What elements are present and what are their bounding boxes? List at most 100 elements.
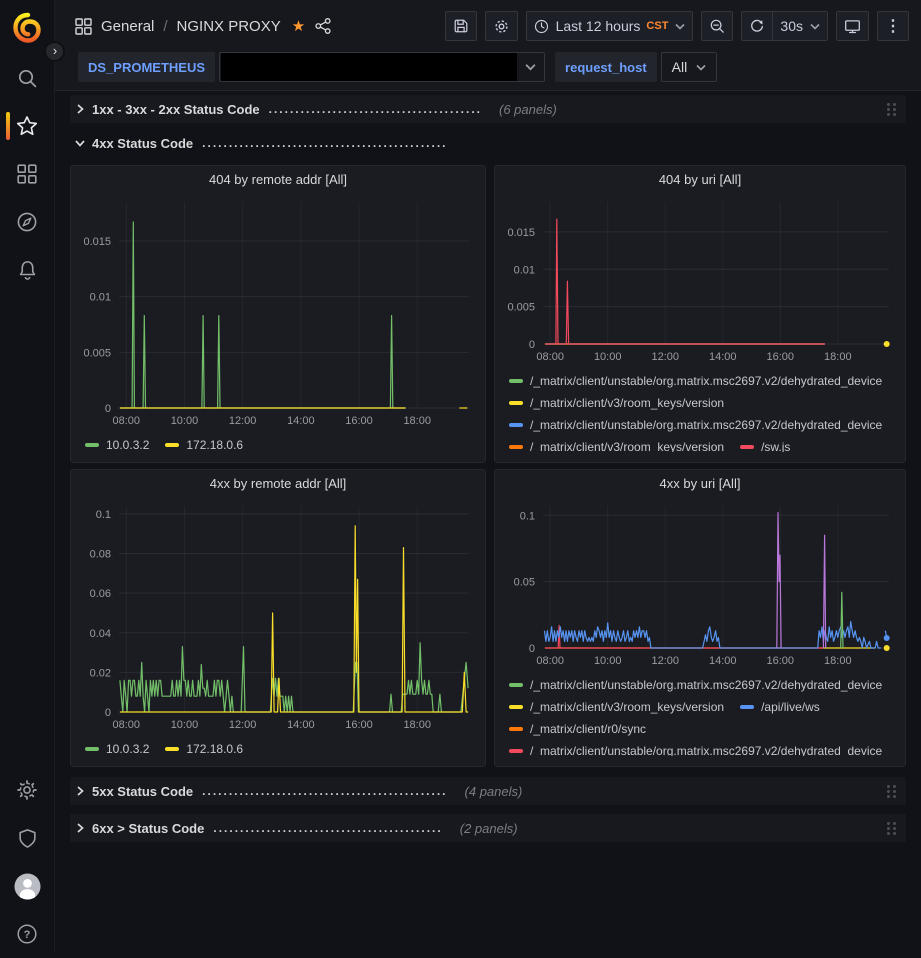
timeseries-chart[interactable]: 08:0010:0012:0014:0016:0018:0000.020.040… bbox=[75, 496, 481, 736]
svg-text:18:00: 18:00 bbox=[824, 351, 852, 363]
legend-swatch-icon bbox=[509, 683, 523, 687]
legend-item[interactable]: /_matrix/client/r0/sync bbox=[509, 718, 646, 739]
sidebar-item-server-admin[interactable] bbox=[0, 814, 54, 862]
legend-label: /_matrix/client/v3/room_keys/version bbox=[530, 440, 724, 453]
row-drag-handle[interactable] bbox=[887, 821, 898, 836]
save-icon bbox=[453, 18, 469, 34]
row-header-4xx[interactable]: 4xx Status Code ........................… bbox=[70, 129, 906, 157]
legend-item[interactable]: /_matrix/client/v3/room_keys/version bbox=[509, 696, 724, 717]
compass-icon bbox=[16, 211, 38, 233]
panel-title[interactable]: 404 by remote addr [All] bbox=[75, 166, 481, 192]
time-range-label: Last 12 hours bbox=[556, 18, 641, 34]
dashboard-settings-button[interactable] bbox=[485, 11, 518, 41]
row-header-6xx[interactable]: 6xx > Status Code ......................… bbox=[70, 814, 906, 842]
svg-text:0.005: 0.005 bbox=[83, 347, 111, 359]
grafana-app: › bbox=[0, 0, 921, 953]
refresh-interval-picker[interactable]: 30s bbox=[773, 11, 828, 41]
refresh-icon bbox=[749, 18, 765, 34]
legend-label: /_matrix/client/unstable/org.matrix.msc2… bbox=[530, 744, 882, 757]
grafana-logo[interactable] bbox=[12, 11, 42, 45]
save-dashboard-button[interactable] bbox=[445, 11, 477, 41]
svg-text:16:00: 16:00 bbox=[767, 655, 795, 667]
timeseries-chart[interactable]: 08:0010:0012:0014:0016:0018:0000.0050.01… bbox=[75, 192, 481, 432]
svg-text:10:00: 10:00 bbox=[594, 655, 622, 667]
row-title: 1xx - 3xx - 2xx Status Code bbox=[92, 102, 260, 117]
sidebar-item-starred[interactable] bbox=[0, 102, 54, 150]
legend-item[interactable]: /_matrix/client/unstable/org.matrix.msc2… bbox=[509, 414, 882, 435]
sidebar-item-configuration[interactable] bbox=[0, 766, 54, 814]
main-area: General / NGINX PROXY ★ bbox=[55, 0, 921, 953]
legend-swatch-icon bbox=[85, 443, 99, 447]
sidebar-expand-button[interactable]: › bbox=[44, 41, 65, 62]
breadcrumb-separator: / bbox=[163, 18, 167, 35]
more-options-button[interactable]: ⋮ bbox=[877, 11, 909, 41]
sidebar-item-help[interactable]: ? bbox=[0, 910, 54, 958]
dashboard-content: 1xx - 3xx - 2xx Status Code ............… bbox=[55, 91, 921, 953]
chevron-right-icon bbox=[75, 104, 85, 114]
row-drag-handle[interactable] bbox=[887, 784, 898, 799]
datasource-label: DS_PROMETHEUS bbox=[78, 52, 215, 82]
favorite-star-icon[interactable]: ★ bbox=[292, 17, 305, 35]
sidebar-nav-top bbox=[0, 54, 54, 294]
row-panel-count: (6 panels) bbox=[499, 102, 557, 117]
legend-item[interactable]: /_matrix/client/v3/room_keys/version bbox=[509, 392, 724, 413]
timeseries-chart[interactable]: 08:0010:0012:0014:0016:0018:0000.0050.01… bbox=[499, 192, 901, 368]
svg-text:12:00: 12:00 bbox=[651, 351, 679, 363]
row-header-1xx-3xx-2xx[interactable]: 1xx - 3xx - 2xx Status Code ............… bbox=[70, 95, 906, 123]
legend-label: /_matrix/client/v3/room_keys/version bbox=[530, 700, 724, 714]
legend-item[interactable]: /_matrix/client/v3/room_keys/version bbox=[509, 436, 724, 452]
chevron-down-icon bbox=[75, 138, 85, 148]
legend-swatch-icon bbox=[165, 747, 179, 751]
legend-item[interactable]: 10.0.3.2 bbox=[85, 738, 149, 759]
sidebar-item-profile[interactable] bbox=[0, 862, 54, 910]
zoom-out-button[interactable] bbox=[701, 11, 733, 41]
apps-icon[interactable] bbox=[75, 18, 92, 35]
svg-text:10:00: 10:00 bbox=[171, 719, 199, 731]
tv-mode-button[interactable] bbox=[836, 11, 869, 41]
refresh-interval-label: 30s bbox=[780, 18, 803, 34]
legend-item[interactable]: 172.18.0.6 bbox=[165, 434, 243, 455]
sidebar-item-dashboards[interactable] bbox=[0, 150, 54, 198]
svg-text:0.05: 0.05 bbox=[514, 577, 535, 589]
panel-title[interactable]: 4xx by uri [All] bbox=[499, 470, 901, 496]
svg-text:08:00: 08:00 bbox=[113, 719, 141, 731]
bell-icon bbox=[17, 260, 38, 281]
svg-text:0.04: 0.04 bbox=[90, 628, 111, 640]
legend-item[interactable]: 10.0.3.2 bbox=[85, 434, 149, 455]
legend-label: 10.0.3.2 bbox=[106, 438, 149, 452]
datasource-select[interactable] bbox=[219, 52, 545, 82]
svg-text:0.1: 0.1 bbox=[520, 510, 535, 522]
refresh-button[interactable] bbox=[741, 11, 773, 41]
timeseries-chart[interactable]: 08:0010:0012:0014:0016:0018:0000.050.1 bbox=[499, 496, 901, 672]
row-title-dots: ........................................ bbox=[269, 102, 482, 116]
panel-404-by-uri: 404 by uri [All] 08:0010:0012:0014:0016:… bbox=[494, 165, 906, 463]
sidebar-item-search[interactable] bbox=[0, 54, 54, 102]
legend-item[interactable]: 172.18.0.6 bbox=[165, 738, 243, 759]
row-title: 5xx Status Code bbox=[92, 784, 193, 799]
row-title: 6xx > Status Code bbox=[92, 821, 204, 836]
grafana-logo-icon bbox=[12, 12, 42, 44]
row-header-5xx[interactable]: 5xx Status Code ........................… bbox=[70, 777, 906, 805]
request-host-select[interactable]: All bbox=[661, 52, 718, 82]
panel-title[interactable]: 4xx by remote addr [All] bbox=[75, 470, 481, 496]
row-drag-handle[interactable] bbox=[887, 102, 898, 117]
svg-text:18:00: 18:00 bbox=[403, 719, 431, 731]
breadcrumb-folder[interactable]: General bbox=[101, 18, 154, 35]
legend-swatch-icon bbox=[740, 445, 754, 449]
legend-item[interactable]: /_matrix/client/unstable/org.matrix.msc2… bbox=[509, 674, 882, 695]
panel-title[interactable]: 404 by uri [All] bbox=[499, 166, 901, 192]
sidebar-item-explore[interactable] bbox=[0, 198, 54, 246]
time-range-picker[interactable]: Last 12 hours CST bbox=[526, 11, 694, 41]
svg-text:14:00: 14:00 bbox=[287, 719, 315, 731]
shield-icon bbox=[17, 828, 38, 849]
svg-text:16:00: 16:00 bbox=[345, 719, 373, 731]
svg-text:0.01: 0.01 bbox=[90, 292, 111, 304]
share-button[interactable] bbox=[314, 17, 332, 35]
legend-item[interactable]: /sw.js bbox=[740, 436, 790, 452]
panel-grid: 404 by remote addr [All] 08:0010:0012:00… bbox=[70, 165, 906, 767]
legend-item[interactable]: /api/live/ws bbox=[740, 696, 820, 717]
sidebar-item-alerting[interactable] bbox=[0, 246, 54, 294]
legend-item[interactable]: /_matrix/client/unstable/org.matrix.msc2… bbox=[509, 740, 882, 756]
chart-legend: /_matrix/client/unstable/org.matrix.msc2… bbox=[499, 368, 901, 452]
legend-item[interactable]: /_matrix/client/unstable/org.matrix.msc2… bbox=[509, 370, 882, 391]
